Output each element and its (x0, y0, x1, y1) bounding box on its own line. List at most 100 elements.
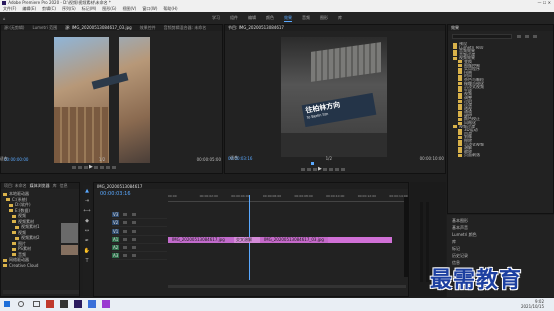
workspace-tab[interactable]: 库 (338, 15, 342, 21)
workspace-tab[interactable]: 图形 (320, 15, 328, 21)
app-icon-5[interactable] (102, 300, 110, 308)
lock-icon[interactable] (123, 221, 128, 224)
side-panel-item[interactable]: 基本图形 (452, 217, 549, 224)
effects-item[interactable]: 页面剥落 (453, 153, 553, 157)
extract-icon[interactable] (334, 167, 339, 171)
track-header[interactable]: A1 (112, 236, 167, 244)
side-panel-item[interactable]: 库 (452, 238, 549, 245)
step-forward-icon[interactable] (322, 167, 327, 171)
search-icon[interactable] (18, 301, 24, 307)
project-tab[interactable]: 信息 (60, 183, 68, 189)
step-back-icon[interactable] (313, 167, 317, 171)
track-header[interactable]: A3 (112, 252, 167, 260)
eye-icon[interactable] (132, 254, 137, 257)
source-ratio-select[interactable]: 1/2 (99, 157, 105, 162)
workspace-tab[interactable]: 学习 (212, 15, 220, 21)
export-frame-icon[interactable] (340, 167, 345, 171)
pen-tool-icon[interactable]: ✒ (85, 238, 89, 244)
clip-3[interactable] (328, 237, 392, 243)
app-icon-4[interactable] (88, 300, 96, 308)
timeline-timecode[interactable]: 00:00:03:16 (100, 191, 131, 197)
overwrite-icon[interactable] (105, 165, 110, 169)
source-tab[interactable]: 音频剪辑混合器: 未命名 (164, 25, 207, 31)
ripple-edit-tool-icon[interactable]: ⟷ (83, 208, 90, 214)
32bit-effects-icon[interactable] (525, 35, 529, 38)
razor-tool-icon[interactable]: ◆ (85, 218, 89, 224)
source-tab[interactable]: 源:(无剪辑) (4, 25, 24, 31)
workspace-tab[interactable]: 效果 (284, 15, 292, 22)
mark-in-icon[interactable] (301, 167, 305, 171)
source-tab[interactable]: 源: IMG_20200513084617_03.jpg (65, 25, 132, 31)
app-icon-2[interactable] (60, 300, 68, 308)
transition[interactable]: 交叉溶解 (234, 237, 260, 243)
timeline-tab[interactable]: IMG_20200513084617 (97, 184, 142, 189)
mark-in-icon[interactable] (72, 165, 76, 169)
eye-icon[interactable] (132, 213, 137, 216)
workspace-tab[interactable]: 颜色 (266, 15, 274, 21)
taskview-icon[interactable] (33, 301, 40, 307)
thumbnail-1[interactable] (61, 223, 78, 243)
source-tab[interactable]: 效果控件 (140, 25, 156, 31)
step-forward-icon[interactable] (93, 165, 98, 169)
eye-icon[interactable] (132, 246, 137, 249)
side-panel-item[interactable]: 基本声音 (452, 224, 549, 231)
tree-item[interactable]: Creative Cloud (3, 263, 58, 269)
track-header[interactable]: A2 (112, 244, 167, 252)
play-icon[interactable]: ▶ (89, 164, 93, 170)
side-panel-item[interactable]: 标记 (452, 245, 549, 252)
thumbnail-2[interactable] (61, 245, 78, 255)
windows-start-icon[interactable] (4, 301, 10, 307)
track-select-tool-icon[interactable]: ⇥ (85, 198, 89, 204)
lock-icon[interactable] (123, 254, 128, 257)
audio-meter (404, 197, 408, 277)
source-tab[interactable]: Lumetri 范围 (32, 25, 57, 31)
lock-icon[interactable] (123, 246, 128, 249)
eye-icon[interactable] (132, 221, 137, 224)
eye-icon[interactable] (132, 229, 137, 233)
workspace-tab[interactable]: 音频 (302, 15, 310, 21)
accelerated-effects-icon[interactable] (517, 35, 521, 38)
step-back-icon[interactable] (84, 165, 88, 169)
workspace-tab[interactable]: 编辑 (248, 15, 256, 21)
insert-icon[interactable] (99, 165, 104, 169)
program-ratio-select[interactable]: 1/2 (326, 156, 332, 161)
app-icon-1[interactable] (46, 300, 54, 308)
workspace-tab[interactable]: 组件 (230, 15, 238, 21)
lock-icon[interactable] (123, 213, 128, 216)
program-tab[interactable]: 节目: IMG_20200513084617 (228, 25, 284, 31)
track-header[interactable]: V2 (112, 219, 167, 227)
app-icon-3[interactable] (74, 300, 82, 308)
track-label: A1 (112, 237, 120, 242)
track-header[interactable]: V3 (112, 211, 167, 219)
side-panel-item[interactable]: Lumetri 颜色 (452, 231, 549, 238)
lift-icon[interactable] (328, 167, 333, 171)
project-tab[interactable]: 库 (53, 183, 57, 189)
program-fit-select[interactable]: 适合 (230, 155, 238, 161)
lock-icon[interactable] (123, 229, 128, 233)
home-icon[interactable]: ⌂ (3, 16, 6, 21)
slip-tool-icon[interactable]: ↔ (85, 228, 89, 234)
type-tool-icon[interactable]: T (85, 258, 88, 264)
yuv-effects-icon[interactable] (533, 35, 537, 38)
side-panel-item[interactable]: 历史记录 (452, 252, 549, 259)
lock-icon[interactable] (123, 238, 128, 241)
eye-icon[interactable] (132, 238, 137, 241)
effects-search-input[interactable] (452, 34, 512, 39)
source-fit-select[interactable]: 适合 (0, 156, 8, 162)
clip-1[interactable]: IMG_20200513084617.jpg (168, 237, 234, 243)
track-header[interactable]: V1 (112, 227, 167, 236)
play-icon[interactable]: ▶ (318, 166, 322, 172)
playhead-marker[interactable] (311, 162, 314, 165)
source-timecode[interactable]: 00:00:00:00 (4, 157, 28, 162)
mark-out-icon[interactable] (78, 165, 82, 169)
clock-date[interactable]: 2021/10/15 (521, 304, 544, 309)
project-tab[interactable]: 项目: 未命名 (4, 183, 27, 189)
clip-2[interactable]: IMG_20200513084617_03.jpg (260, 237, 328, 243)
timeline-scrollbar[interactable] (168, 285, 406, 288)
timeline-ruler[interactable]: 00:00 00:00:02:00 00:00:04:00 00:00:06:00 00… (168, 194, 408, 202)
mark-out-icon[interactable] (307, 167, 311, 171)
hand-tool-icon[interactable]: ✋ (84, 248, 90, 254)
export-frame-icon[interactable] (111, 165, 116, 169)
project-tab[interactable]: 媒体浏览器 (30, 183, 50, 189)
selection-tool-icon[interactable]: ▲ (85, 188, 89, 194)
